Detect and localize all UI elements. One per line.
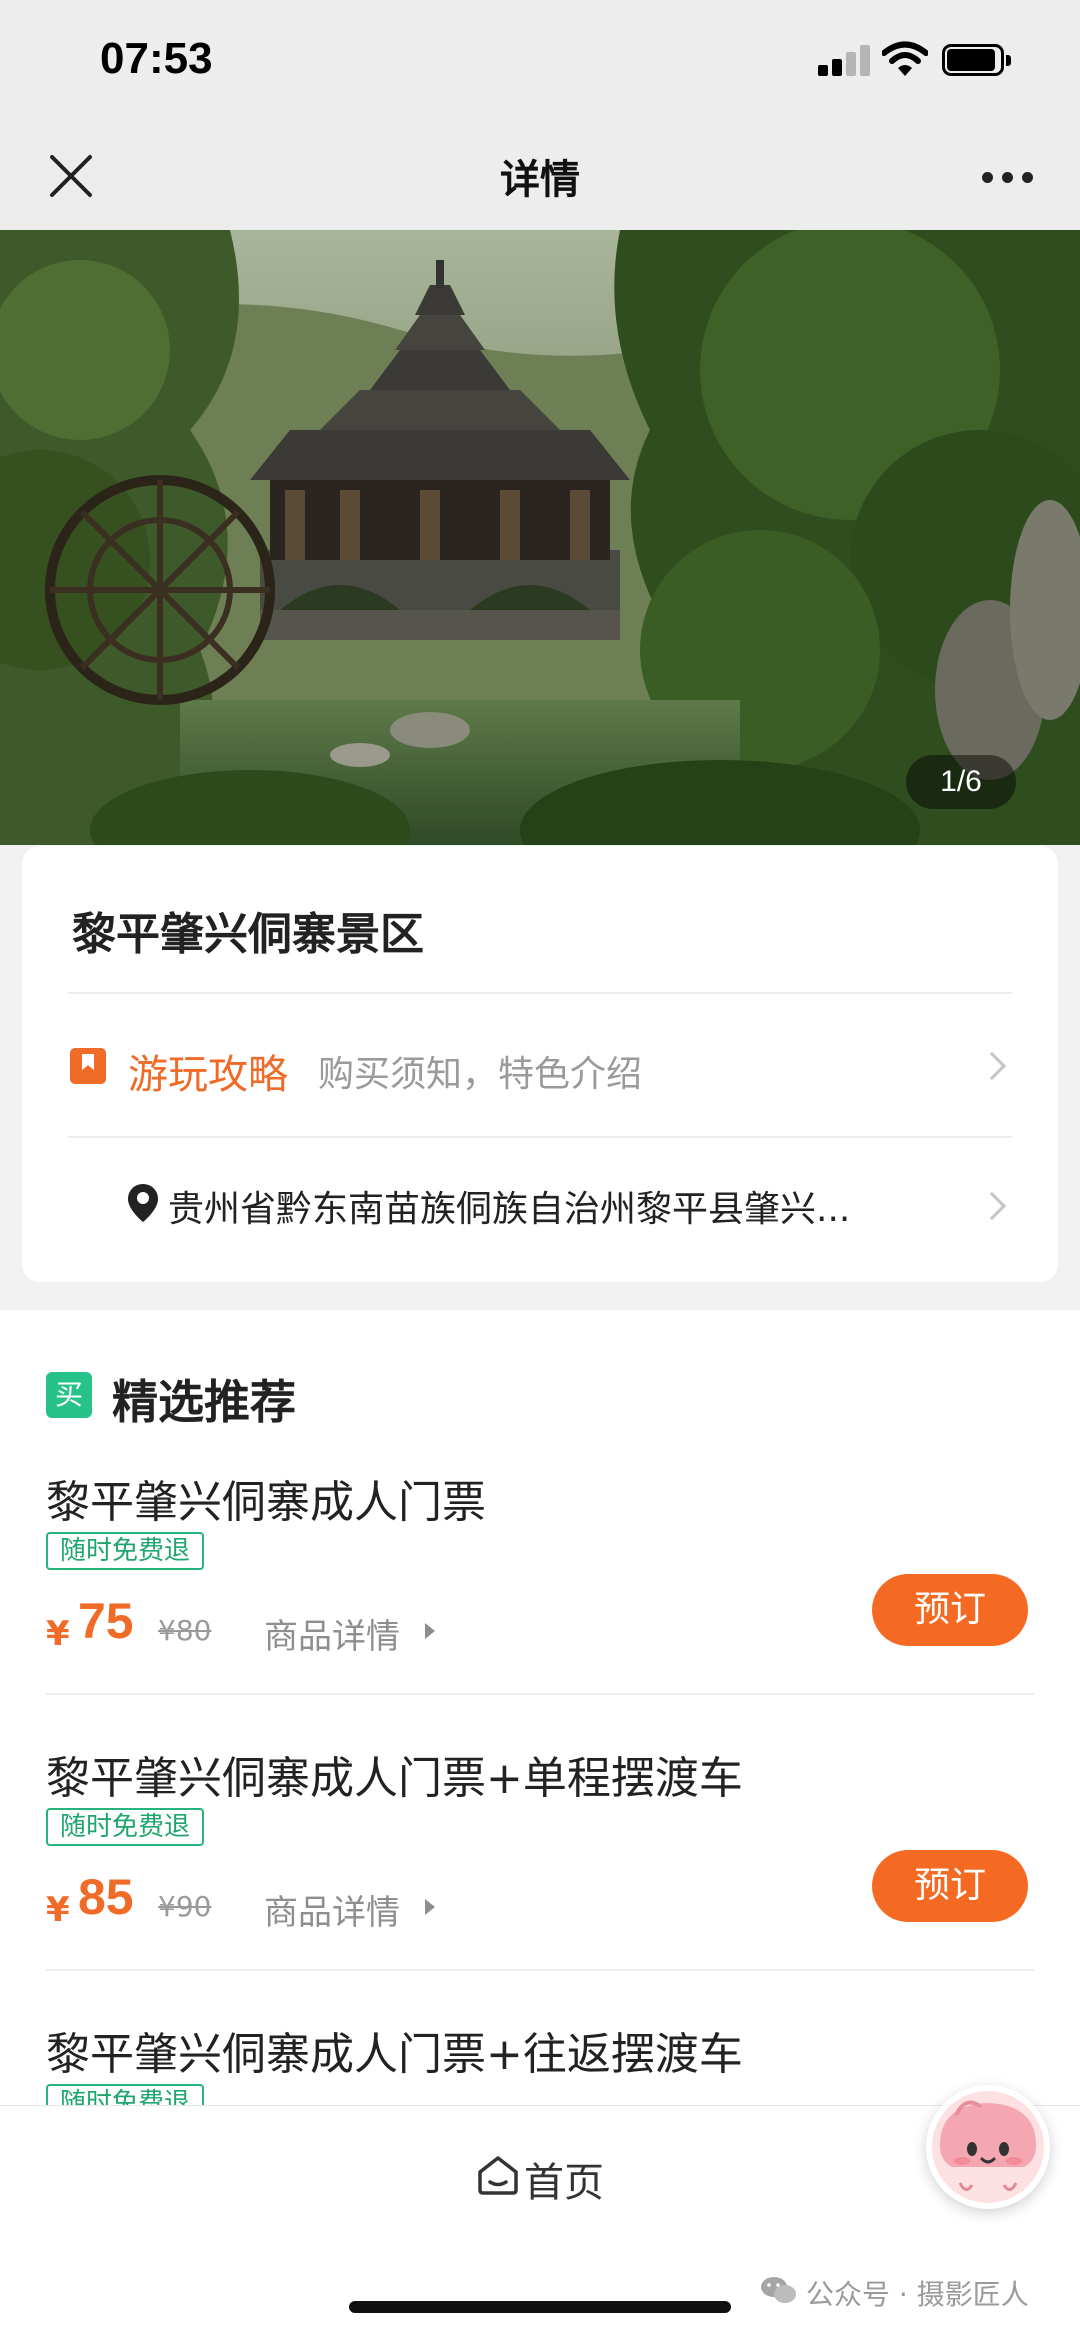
assistant-avatar[interactable]: [926, 2085, 1050, 2209]
guide-label: 游玩攻略: [128, 1052, 288, 1098]
product-name: 黎平肇兴侗寨成人门票+往返摆渡车: [46, 2029, 743, 2080]
home-tab-label[interactable]: 首页: [524, 2150, 604, 2208]
book-button[interactable]: 预订: [872, 1850, 1028, 1922]
watermark-text: 公众号 · 摄影匠人: [806, 2278, 1029, 2311]
original-price: ¥90: [158, 1890, 212, 1923]
section-title: 精选推荐: [112, 1375, 296, 1429]
home-indicator[interactable]: [349, 2301, 731, 2313]
hero-image-carousel[interactable]: 1/6: [0, 230, 1080, 845]
triangle-right-icon: [425, 1623, 435, 1639]
buy-badge: 买: [46, 1372, 92, 1418]
product-name: 黎平肇兴侗寨成人门票+单程摆渡车: [46, 1753, 743, 1804]
divider: [46, 1693, 1034, 1695]
assistant-avatar-image: [932, 2091, 1044, 2203]
product-detail-link[interactable]: 商品详情: [264, 1885, 400, 1934]
product-item[interactable]: 黎平肇兴侗寨成人门票+单程摆渡车 随时免费退 ¥ 85 ¥90 商品详情 预订: [0, 1742, 1080, 2017]
refund-tag: 随时免费退: [46, 1808, 205, 1846]
guide-subtitle: 购买须知，特色介绍: [318, 1054, 643, 1095]
scenic-info-card: 黎平肇兴侗寨景区 游玩攻略 购买须知，特色介绍 贵州省黔东南苗族侗族自治州黎平县…: [22, 846, 1058, 1282]
address-row[interactable]: 贵州省黔东南苗族侗族自治州黎平县肇兴...: [22, 1138, 1058, 1278]
triangle-right-icon: [425, 1899, 435, 1915]
more-icon[interactable]: [980, 165, 1036, 189]
original-price: ¥80: [158, 1614, 212, 1647]
image-counter: 1/6: [906, 755, 1016, 809]
price: 85: [78, 1869, 134, 1925]
book-button[interactable]: 预订: [872, 1574, 1028, 1646]
wifi-icon: [882, 41, 928, 76]
nav-bar: 详情: [0, 125, 1080, 230]
divider: [46, 1969, 1034, 1971]
status-time: 07:53: [100, 34, 213, 83]
status-bar: 07:53: [0, 0, 1080, 125]
home-icon[interactable]: [476, 2154, 520, 2196]
battery-icon: [942, 44, 1012, 76]
guide-row[interactable]: 游玩攻略 购买须知，特色介绍: [22, 994, 1058, 1134]
wechat-icon: [761, 2277, 796, 2303]
currency-symbol: ¥: [46, 1614, 70, 1654]
product-detail-link[interactable]: 商品详情: [264, 1609, 400, 1658]
product-item[interactable]: 黎平肇兴侗寨成人门票 随时免费退 ¥ 75 ¥80 商品详情 预订: [0, 1466, 1080, 1741]
chevron-right-icon: [977, 1191, 1007, 1221]
page-title: 详情: [500, 157, 580, 203]
address-text: 贵州省黔东南苗族侗族自治州黎平县肇兴...: [168, 1189, 851, 1230]
hero-image: [0, 230, 1080, 845]
recommend-section: 买 精选推荐 黎平肇兴侗寨成人门票 随时免费退 ¥ 75 ¥80 商品详情 预订…: [0, 1310, 1080, 2122]
product-name: 黎平肇兴侗寨成人门票: [46, 1477, 486, 1528]
currency-symbol: ¥: [46, 1890, 70, 1930]
watermark: 公众号 · 摄影匠人: [760, 2273, 1029, 2313]
location-pin-icon: [128, 1184, 158, 1222]
bottom-bar: 首页 公众号 · 摄影匠人: [0, 2105, 1080, 2336]
price: 75: [78, 1593, 134, 1649]
scenic-title: 黎平肇兴侗寨景区: [72, 909, 424, 960]
bookmark-icon: [70, 1048, 106, 1084]
refund-tag: 随时免费退: [46, 1532, 205, 1570]
chevron-right-icon: [977, 1051, 1007, 1081]
cellular-signal-icon: [818, 44, 872, 76]
